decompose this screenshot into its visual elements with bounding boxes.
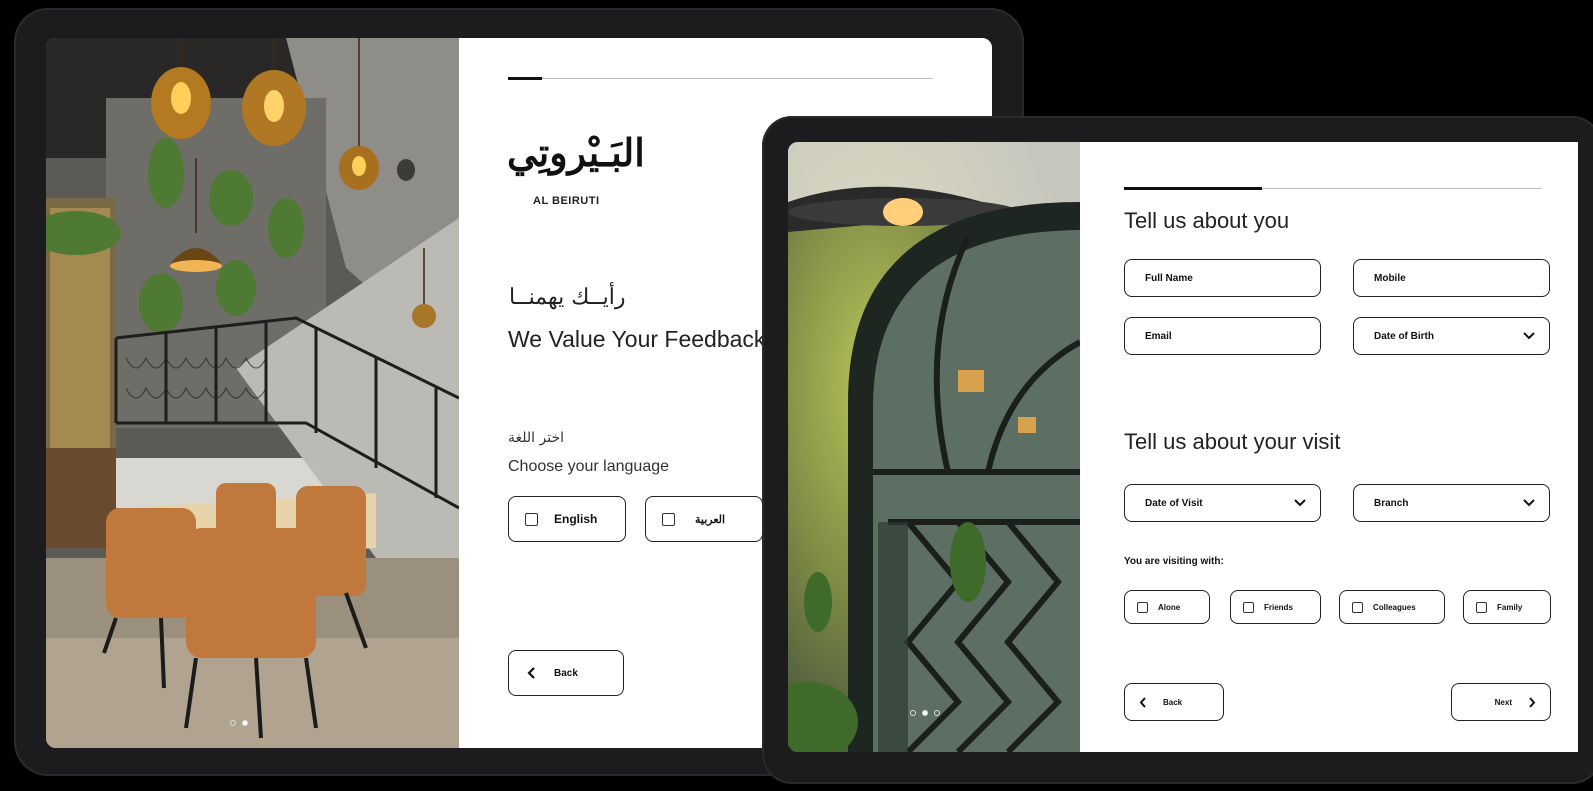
carousel-dot[interactable] xyxy=(910,710,916,716)
restaurant-interior-photo xyxy=(46,38,459,748)
chevron-down-icon xyxy=(1523,332,1535,340)
back-label: Back xyxy=(1163,697,1183,707)
carousel-dots xyxy=(910,710,940,716)
heading-arabic: رأيــك يهمنــا xyxy=(509,285,626,310)
logo-latin: AL BEIRUTI xyxy=(533,195,600,207)
chevron-right-icon xyxy=(1529,696,1536,708)
checkbox-icon[interactable] xyxy=(1137,601,1148,613)
progress-fill xyxy=(508,77,542,80)
language-option-label: العربية xyxy=(695,513,726,526)
progress-bar xyxy=(508,77,933,80)
checkbox-icon[interactable] xyxy=(1243,601,1254,613)
carousel-dots xyxy=(230,720,248,726)
form-panel: Tell us about you Full Name Mobile Email… xyxy=(1080,142,1578,752)
chevron-left-icon xyxy=(527,667,535,679)
section-title-visit: Tell us about your visit xyxy=(1124,429,1341,454)
language-label-arabic: اختر اللغة xyxy=(508,430,564,446)
email-placeholder: Email xyxy=(1145,330,1172,342)
logo-arabic: البَـيْروتِي xyxy=(507,130,645,175)
visiting-option-friends[interactable]: Friends xyxy=(1230,590,1321,624)
full-name-field[interactable]: Full Name xyxy=(1124,259,1321,297)
branch-placeholder: Branch xyxy=(1374,497,1409,509)
date-of-birth-select[interactable]: Date of Birth xyxy=(1353,317,1550,355)
checkbox-icon[interactable] xyxy=(662,512,675,526)
language-option-arabic[interactable]: العربية xyxy=(645,496,763,542)
carousel-dot[interactable] xyxy=(230,720,236,726)
visiting-option-label: Friends xyxy=(1264,602,1293,612)
chevron-down-icon xyxy=(1294,499,1306,507)
visiting-option-colleagues[interactable]: Colleagues xyxy=(1339,590,1445,624)
language-label-english: Choose your language xyxy=(508,458,670,475)
section-title-about-you: Tell us about you xyxy=(1124,208,1290,233)
visiting-option-family[interactable]: Family xyxy=(1463,590,1551,624)
tablet-form: Tell us about you Full Name Mobile Email… xyxy=(762,116,1593,784)
form-screen: Tell us about you Full Name Mobile Email… xyxy=(788,142,1578,752)
visiting-option-label: Alone xyxy=(1158,602,1181,612)
carousel-dot-active[interactable] xyxy=(242,720,248,726)
chevron-down-icon xyxy=(1523,499,1535,507)
heading-english: We Value Your Feedback xyxy=(508,326,766,352)
back-label: Back xyxy=(554,667,578,679)
progress-fill xyxy=(1124,187,1262,190)
visiting-option-label: Colleagues xyxy=(1373,602,1416,612)
mobile-field[interactable]: Mobile xyxy=(1353,259,1550,297)
visiting-with-label: You are visiting with: xyxy=(1124,556,1224,567)
checkbox-icon[interactable] xyxy=(1352,601,1363,613)
chevron-left-icon xyxy=(1139,696,1146,708)
language-option-english[interactable]: English xyxy=(508,496,626,542)
back-button[interactable]: Back xyxy=(508,650,624,696)
carousel-dot[interactable] xyxy=(934,710,940,716)
email-field[interactable]: Email xyxy=(1124,317,1321,355)
date-of-visit-placeholder: Date of Visit xyxy=(1145,497,1203,509)
mobile-placeholder: Mobile xyxy=(1374,272,1406,284)
full-name-placeholder: Full Name xyxy=(1145,272,1193,284)
visiting-option-alone[interactable]: Alone xyxy=(1124,590,1210,624)
progress-bar xyxy=(1124,187,1542,190)
next-label: Next xyxy=(1494,697,1512,707)
checkbox-icon[interactable] xyxy=(525,512,538,526)
visiting-option-label: Family xyxy=(1497,602,1523,612)
restaurant-arch-photo xyxy=(788,142,1080,752)
next-button[interactable]: Next xyxy=(1451,683,1551,721)
carousel-dot-active[interactable] xyxy=(922,710,928,716)
date-of-birth-placeholder: Date of Birth xyxy=(1374,330,1434,342)
language-option-label: English xyxy=(554,512,598,526)
back-button[interactable]: Back xyxy=(1124,683,1224,721)
branch-select[interactable]: Branch xyxy=(1353,484,1550,522)
checkbox-icon[interactable] xyxy=(1476,601,1487,613)
date-of-visit-select[interactable]: Date of Visit xyxy=(1124,484,1321,522)
